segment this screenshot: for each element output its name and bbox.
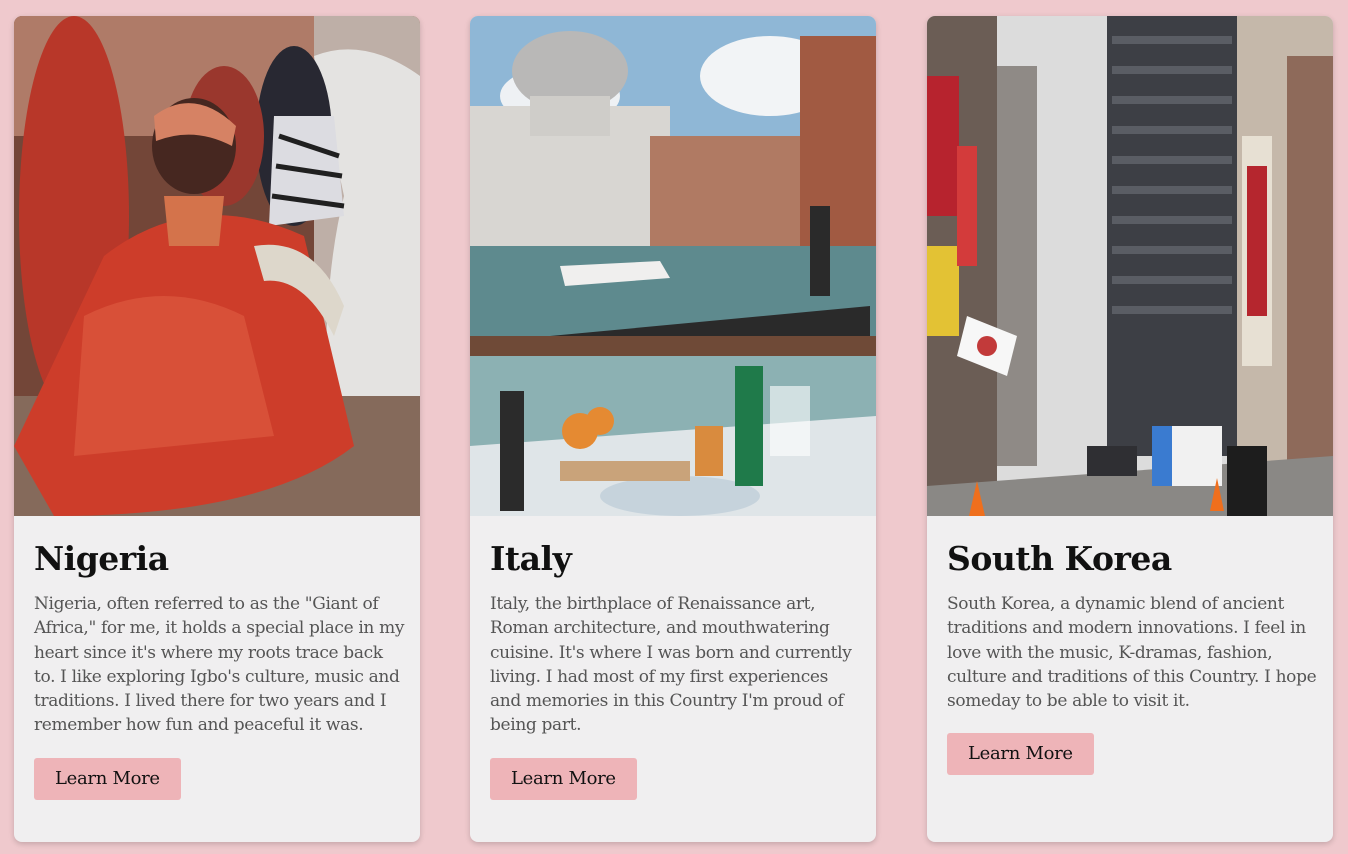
- learn-more-button[interactable]: Learn More: [490, 757, 637, 800]
- country-cards: Nigeria Nigeria, often referred to as th…: [14, 16, 1334, 842]
- card-south-korea: South Korea South Korea, a dynamic blend…: [927, 16, 1333, 842]
- card-title: Italy: [490, 539, 572, 578]
- learn-more-button[interactable]: Learn More: [34, 757, 181, 800]
- italy-card-body: Italy Italy, the birthplace of Renaissan…: [490, 534, 862, 800]
- learn-more-button[interactable]: Learn More: [947, 733, 1094, 776]
- card-italy: Italy Italy, the birthplace of Renaissan…: [470, 16, 876, 842]
- card-nigeria: Nigeria Nigeria, often referred to as th…: [14, 16, 420, 842]
- nigeria-card-body: Nigeria Nigeria, often referred to as th…: [34, 534, 406, 800]
- south-korea-card-body: South Korea South Korea, a dynamic blend…: [947, 534, 1319, 776]
- south-korea-photo: [927, 16, 1333, 516]
- card-description: South Korea, a dynamic blend of ancient …: [947, 594, 1317, 712]
- italy-photo: [470, 16, 876, 516]
- card-description: Italy, the birthplace of Renaissance art…: [490, 594, 852, 736]
- card-title: South Korea: [947, 539, 1172, 578]
- card-title: Nigeria: [34, 539, 169, 578]
- card-description: Nigeria, often referred to as the "Giant…: [34, 594, 405, 736]
- nigeria-photo: [14, 16, 420, 516]
